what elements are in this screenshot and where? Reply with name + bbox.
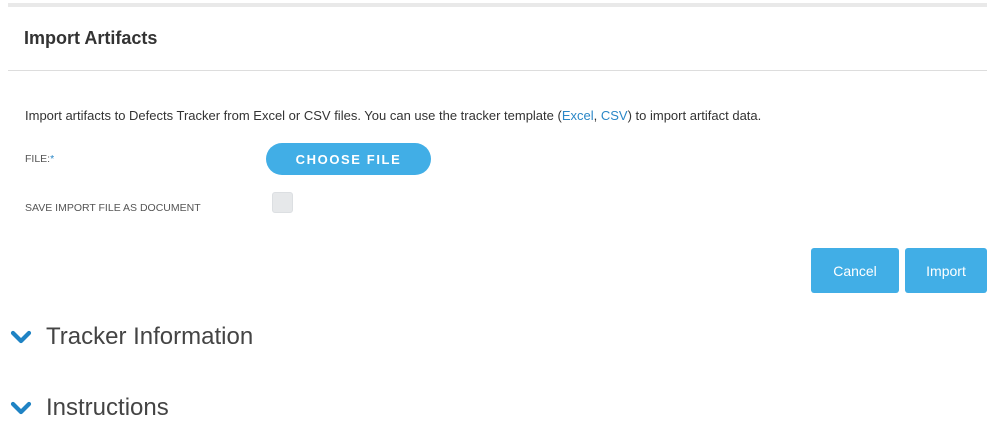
chevron-down-icon xyxy=(10,329,32,345)
import-description: Import artifacts to Defects Tracker from… xyxy=(25,108,761,123)
description-text-end: ) to import artifact data. xyxy=(627,108,762,123)
choose-file-button[interactable]: CHOOSE FILE xyxy=(266,143,431,175)
description-text-start: Import artifacts to Defects Tracker from… xyxy=(25,108,562,123)
save-as-document-label: SAVE IMPORT FILE AS DOCUMENT xyxy=(25,202,201,214)
section-title: Tracker Information xyxy=(46,323,254,350)
description-separator: , xyxy=(593,108,601,123)
save-as-document-checkbox[interactable] xyxy=(272,192,293,213)
cancel-button[interactable]: Cancel xyxy=(811,248,899,293)
import-artifacts-dialog: Import Artifacts Import artifacts to Def… xyxy=(8,7,987,304)
file-label-text: FILE: xyxy=(25,153,51,165)
section-instructions[interactable]: Instructions xyxy=(10,394,169,422)
required-marker: * xyxy=(50,153,55,165)
excel-template-link[interactable]: Excel xyxy=(562,108,594,123)
dialog-divider xyxy=(8,70,987,71)
section-tracker-information[interactable]: Tracker Information xyxy=(10,323,253,351)
csv-template-link[interactable]: CSV xyxy=(601,108,628,123)
page: Import Artifacts Import artifacts to Def… xyxy=(0,0,987,423)
file-field-label: FILE:* xyxy=(25,153,54,165)
section-title: Instructions xyxy=(46,394,169,421)
dialog-title: Import Artifacts xyxy=(24,28,158,48)
import-button[interactable]: Import xyxy=(905,248,987,293)
chevron-down-icon xyxy=(10,400,32,416)
